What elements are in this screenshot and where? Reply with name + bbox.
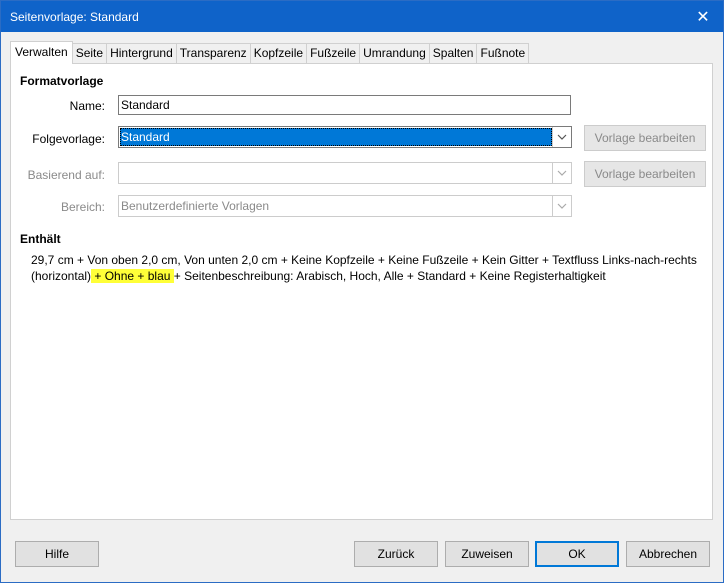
chevron-down-icon[interactable] [552,196,571,216]
tab-bar: Verwalten Seite Hintergrund Transparenz … [10,41,530,64]
apply-button[interactable]: Zuweisen [445,541,529,567]
section-heading-formatvorlage: Formatvorlage [20,74,104,88]
section-heading-enthaelt: Enthält [20,232,61,246]
based-on-value [120,164,552,182]
edit-next-style-button[interactable]: Vorlage bearbeiten [584,125,706,151]
edit-based-style-button[interactable]: Vorlage bearbeiten [584,161,706,187]
based-on-label: Basierend auf: [27,168,105,182]
tab-hintergrund[interactable]: Hintergrund [106,43,177,64]
tab-verwalten[interactable]: Verwalten [10,41,73,64]
contains-description: 29,7 cm + Von oben 2,0 cm, Von unten 2,0… [31,252,701,284]
cancel-button[interactable]: Abbrechen [626,541,710,567]
contains-line-2-start: (horizontal) [31,269,92,283]
name-field[interactable]: Standard [118,95,571,115]
window-title: Seitenvorlage: Standard [10,10,139,24]
tab-transparenz[interactable]: Transparenz [175,43,251,64]
tab-seite[interactable]: Seite [71,43,108,64]
category-value: Benutzerdefinierte Vorlagen [121,199,270,213]
tab-fusszeile[interactable]: Fußzeile [306,43,361,64]
next-style-dropdown[interactable]: Standard [118,126,572,148]
highlighted-text: + Ohne + blau [91,269,174,283]
contains-line-1: 29,7 cm + Von oben 2,0 cm, Von unten 2,0… [31,253,697,267]
next-style-value: Standard [120,128,552,146]
dialog-window: Seitenvorlage: Standard ✕ Verwalten Seit… [0,0,724,583]
tab-kopfzeile[interactable]: Kopfzeile [249,43,308,64]
tab-umrandung[interactable]: Umrandung [359,43,430,64]
tab-spalten[interactable]: Spalten [428,43,478,64]
chevron-down-icon[interactable] [552,127,571,147]
name-label: Name: [69,99,105,113]
reset-button[interactable]: Zurück [354,541,438,567]
chevron-down-icon[interactable] [552,163,571,183]
contains-line-2-end: + Seitenbeschreibung: Arabisch, Hoch, Al… [173,269,606,283]
category-dropdown[interactable]: Benutzerdefinierte Vorlagen [118,195,572,217]
next-style-label: Folgevorlage: [32,132,105,146]
help-button[interactable]: Hilfe [15,541,99,567]
tab-fussnote[interactable]: Fußnote [476,43,530,64]
tab-panel-verwalten: Formatvorlage Name: Standard Folgevorlag… [10,63,713,520]
ok-button[interactable]: OK [535,541,619,567]
title-bar: Seitenvorlage: Standard ✕ [1,1,723,32]
category-label: Bereich: [60,200,105,214]
based-on-dropdown[interactable] [118,162,572,184]
close-icon[interactable]: ✕ [683,1,723,32]
